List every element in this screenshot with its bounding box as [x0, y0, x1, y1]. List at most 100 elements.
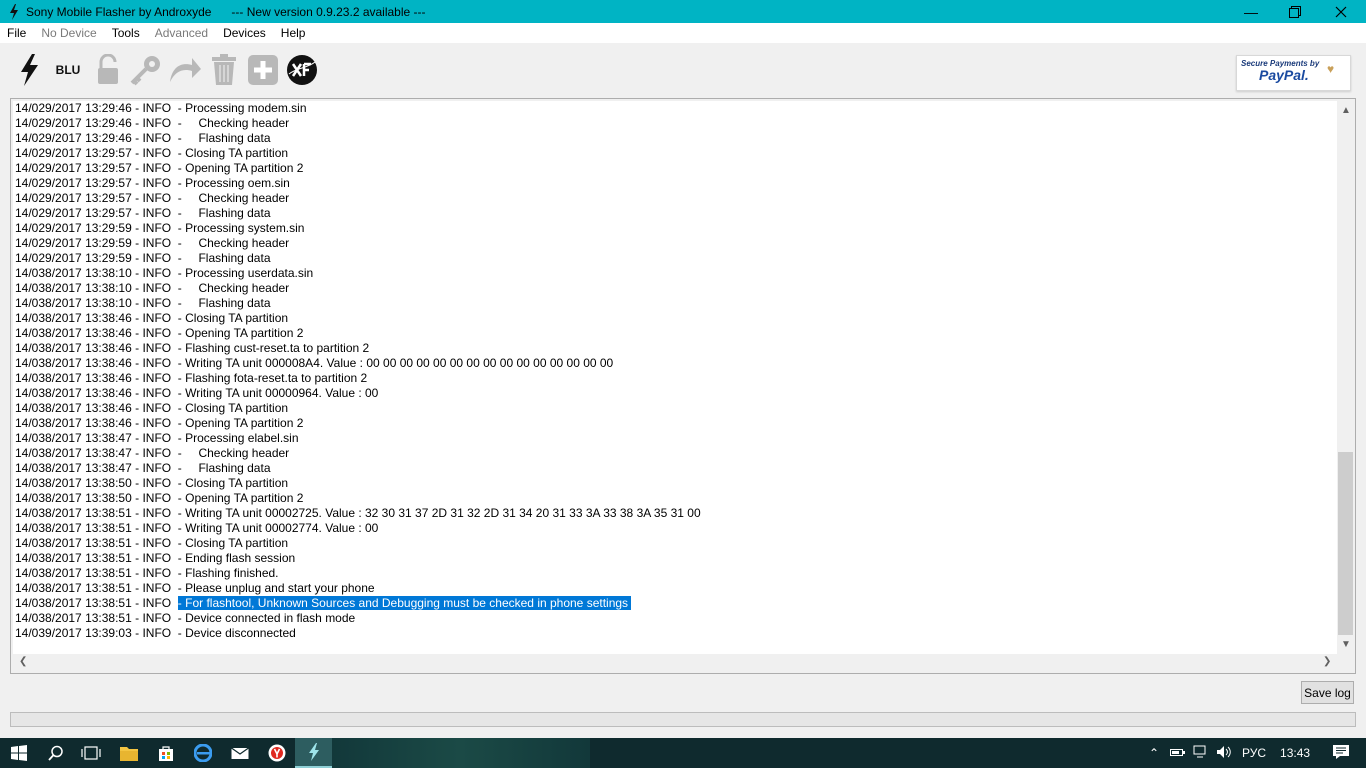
language-indicator[interactable]: РУС: [1242, 746, 1266, 760]
log-message: Processing userdata.sin: [185, 266, 314, 280]
log-timestamp: 14/038/2017 13:38:50 - INFO -: [15, 491, 186, 505]
clock[interactable]: 13:43: [1280, 746, 1310, 760]
log-timestamp: 14/038/2017 13:38:51 - INFO -: [15, 521, 186, 535]
log-message: Opening TA partition 2: [185, 491, 304, 505]
paypal-donate-button[interactable]: Secure Payments by PayPal. ♥: [1236, 55, 1351, 91]
log-line: 14/029/2017 13:29:46 - INFO - Flashing d…: [15, 131, 271, 146]
log-message: Flashing finished.: [185, 566, 279, 580]
network-icon[interactable]: [1193, 745, 1209, 762]
vertical-scrollbar[interactable]: ▲ ▼: [1337, 101, 1354, 654]
blu-label: BLU: [55, 63, 81, 77]
add-button: [245, 52, 281, 88]
log-timestamp: 14/038/2017 13:38:10 - INFO -: [15, 281, 186, 295]
heart-icon: ♥: [1327, 62, 1335, 76]
horizontal-scrollbar[interactable]: ❮ ❯: [13, 654, 1337, 671]
log-timestamp: 14/029/2017 13:29:57 - INFO -: [15, 176, 186, 190]
log-message: Flashing data: [185, 461, 271, 475]
log-timestamp: 14/038/2017 13:38:47 - INFO -: [15, 431, 186, 445]
menu-file[interactable]: File: [0, 26, 34, 40]
log-message: Device disconnected: [185, 626, 296, 640]
battery-icon[interactable]: [1170, 746, 1186, 760]
log-message: Flashing cust-reset.ta to partition 2: [185, 341, 370, 355]
scroll-up-icon[interactable]: ▲: [1341, 105, 1351, 116]
scroll-right-icon[interactable]: ❯: [1323, 656, 1331, 667]
menu-no-device: No Device: [41, 26, 97, 40]
log-message: Checking header: [185, 191, 290, 205]
scroll-down-icon[interactable]: ▼: [1341, 639, 1351, 650]
blu-button[interactable]: BLU: [50, 52, 86, 88]
taskbar-explorer[interactable]: [110, 738, 147, 768]
log-message: Writing TA unit 000008A4. Value : 00 00 …: [185, 356, 614, 370]
log-message: Writing TA unit 00002774. Value : 00: [185, 521, 379, 535]
log-line: 14/038/2017 13:38:46 - INFO - Flashing c…: [15, 341, 369, 356]
taskbar-flashtool[interactable]: [295, 738, 332, 768]
save-log-button[interactable]: Save log: [1301, 681, 1354, 704]
restore-icon[interactable]: [1272, 0, 1318, 23]
flash-button[interactable]: [11, 52, 47, 88]
redo-arrow-icon: [170, 58, 201, 82]
menu-devices[interactable]: Devices: [216, 26, 274, 40]
notifications-icon[interactable]: [1332, 744, 1350, 763]
log-message: Checking header: [185, 236, 290, 250]
chevron-up-icon[interactable]: ⌃: [1146, 746, 1162, 760]
log-timestamp: 14/038/2017 13:38:46 - INFO -: [15, 371, 186, 385]
taskbar-store[interactable]: [147, 738, 184, 768]
log-line: 14/038/2017 13:38:10 - INFO - Processing…: [15, 266, 313, 281]
mail-icon: [230, 747, 249, 759]
plus-icon: [248, 55, 278, 85]
xf-button[interactable]: [284, 52, 320, 88]
log-line: 14/038/2017 13:38:51 - INFO - Closing TA…: [15, 536, 288, 551]
log-timestamp: 14/038/2017 13:38:51 - INFO -: [15, 551, 186, 565]
scroll-left-icon[interactable]: ❮: [19, 656, 27, 667]
log-timestamp: 14/029/2017 13:29:59 - INFO -: [15, 251, 186, 265]
log-line: 14/038/2017 13:38:51 - INFO - Flashing f…: [15, 566, 279, 581]
scroll-thumb[interactable]: [1338, 452, 1353, 635]
search-button[interactable]: [37, 738, 74, 768]
menu-tools[interactable]: Tools: [105, 26, 148, 40]
task-view-button[interactable]: [72, 738, 109, 768]
log-timestamp: 14/039/2017 13:39:03 - INFO -: [15, 626, 186, 640]
log-message: Writing TA unit 00000964. Value : 00: [185, 386, 379, 400]
store-bag-icon: [158, 746, 173, 761]
log-timestamp: 14/038/2017 13:38:50 - INFO -: [15, 476, 186, 490]
log-timestamp: 14/038/2017 13:38:46 - INFO -: [15, 356, 186, 370]
log-timestamp: 14/029/2017 13:29:57 - INFO -: [15, 146, 186, 160]
close-icon[interactable]: [1318, 0, 1364, 23]
menu-help[interactable]: Help: [274, 26, 314, 40]
padlock-icon: [98, 54, 118, 84]
log-timestamp: 14/029/2017 13:29:57 - INFO -: [15, 191, 186, 205]
edge-icon: [193, 744, 212, 762]
log-timestamp: 14/038/2017 13:38:47 - INFO -: [15, 446, 186, 460]
log-timestamp: 14/038/2017 13:38:10 - INFO -: [15, 296, 186, 310]
log-line: 14/029/2017 13:29:57 - INFO - Opening TA…: [15, 161, 303, 176]
log-line: 14/038/2017 13:38:51 - INFO - Writing TA…: [15, 521, 378, 536]
task-view-icon: [80, 746, 101, 760]
log-timestamp: 14/038/2017 13:38:51 - INFO: [15, 596, 178, 610]
log-timestamp: 14/038/2017 13:38:46 - INFO -: [15, 341, 186, 355]
log-line: 14/029/2017 13:29:46 - INFO - Checking h…: [15, 116, 289, 131]
log-panel: 14/029/2017 13:29:46 - INFO - Processing…: [10, 98, 1356, 674]
log-timestamp: 14/038/2017 13:38:51 - INFO -: [15, 581, 186, 595]
taskbar-mail[interactable]: [221, 738, 258, 768]
log-message: Checking header: [185, 281, 290, 295]
log-timestamp: 14/029/2017 13:29:59 - INFO -: [15, 236, 186, 250]
log-line: 14/029/2017 13:29:57 - INFO - Checking h…: [15, 191, 289, 206]
log-line: 14/038/2017 13:38:10 - INFO - Flashing d…: [15, 296, 271, 311]
taskbar-yandex[interactable]: [258, 738, 295, 768]
log-message: Processing oem.sin: [185, 176, 290, 190]
log-message-selected: - For flashtool, Unknown Sources and Deb…: [177, 596, 632, 610]
log-message: Checking header: [185, 116, 290, 130]
log-timestamp: 14/029/2017 13:29:57 - INFO -: [15, 206, 186, 220]
start-button[interactable]: [0, 738, 37, 768]
log-message: Closing TA partition: [185, 146, 289, 160]
lightning-icon: [308, 743, 319, 761]
log-timestamp: 14/029/2017 13:29:46 - INFO -: [15, 131, 186, 145]
log-message: Device connected in flash mode: [185, 611, 356, 625]
volume-icon[interactable]: [1216, 745, 1232, 762]
log-line: 14/038/2017 13:38:51 - INFO - Device con…: [15, 611, 355, 626]
log-textarea[interactable]: 14/029/2017 13:29:46 - INFO - Processing…: [13, 101, 1337, 654]
flash-app-icon: [4, 2, 24, 22]
log-timestamp: 14/029/2017 13:29:57 - INFO -: [15, 161, 186, 175]
taskbar-edge[interactable]: [184, 738, 221, 768]
minimize-icon[interactable]: —: [1228, 0, 1274, 23]
